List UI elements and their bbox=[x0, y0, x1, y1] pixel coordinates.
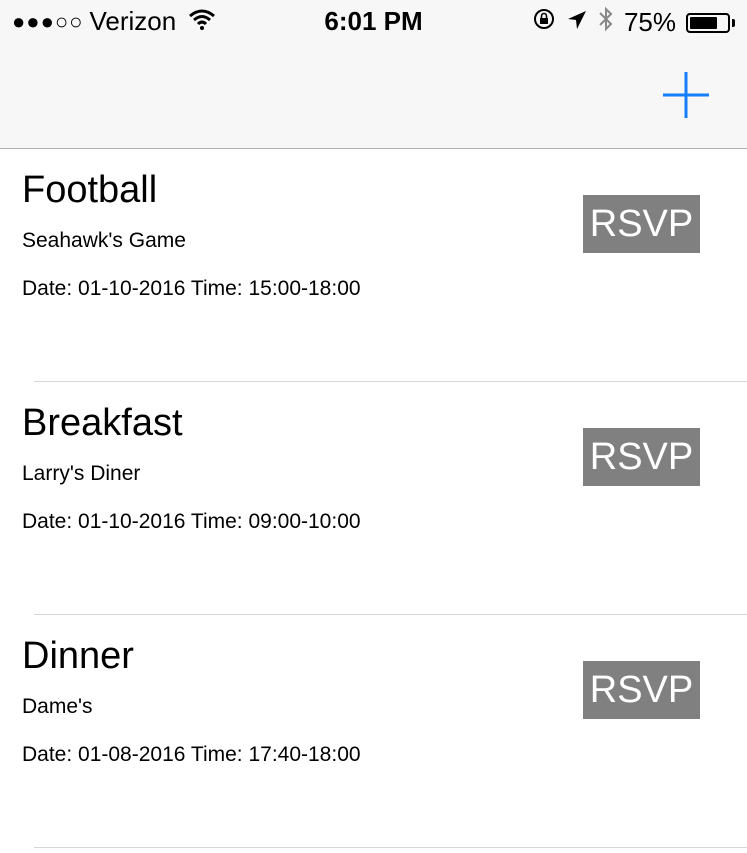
event-datetime: Date: 01-08-2016 Time: 17:40-18:00 bbox=[22, 743, 361, 766]
battery-icon bbox=[686, 12, 735, 33]
event-title: Dinner bbox=[22, 635, 134, 677]
rsvp-button[interactable]: RSVP bbox=[583, 195, 700, 253]
event-row-football[interactable]: Football Seahawk's Game Date: 01-10-2016… bbox=[0, 149, 747, 382]
event-row-dinner[interactable]: Dinner Dame's Date: 01-08-2016 Time: 17:… bbox=[0, 615, 747, 848]
event-subtitle: Larry's Diner bbox=[22, 462, 141, 485]
battery-percent: 75% bbox=[623, 7, 676, 37]
rsvp-button[interactable]: RSVP bbox=[583, 661, 700, 719]
event-datetime: Date: 01-10-2016 Time: 15:00-18:00 bbox=[22, 277, 361, 300]
status-right: 75% bbox=[532, 6, 735, 39]
rotation-lock-icon bbox=[532, 7, 556, 38]
event-list: Football Seahawk's Game Date: 01-10-2016… bbox=[0, 149, 747, 848]
location-arrow-icon bbox=[566, 7, 588, 38]
event-row-breakfast[interactable]: Breakfast Larry's Diner Date: 01-10-2016… bbox=[0, 382, 747, 615]
add-event-button[interactable] bbox=[655, 64, 717, 126]
row-divider bbox=[34, 847, 747, 848]
event-title: Football bbox=[22, 169, 158, 211]
plus-icon bbox=[663, 72, 709, 118]
status-bar: ●●●○○ Verizon 6:01 PM 75% bbox=[0, 0, 747, 46]
event-datetime: Date: 01-10-2016 Time: 09:00-10:00 bbox=[22, 510, 361, 533]
event-subtitle: Seahawk's Game bbox=[22, 229, 186, 252]
bluetooth-icon bbox=[598, 6, 614, 39]
event-subtitle: Dame's bbox=[22, 695, 93, 718]
rsvp-button[interactable]: RSVP bbox=[583, 428, 700, 486]
event-title: Breakfast bbox=[22, 402, 183, 444]
battery-fill bbox=[690, 16, 717, 29]
navigation-bar bbox=[0, 46, 747, 149]
